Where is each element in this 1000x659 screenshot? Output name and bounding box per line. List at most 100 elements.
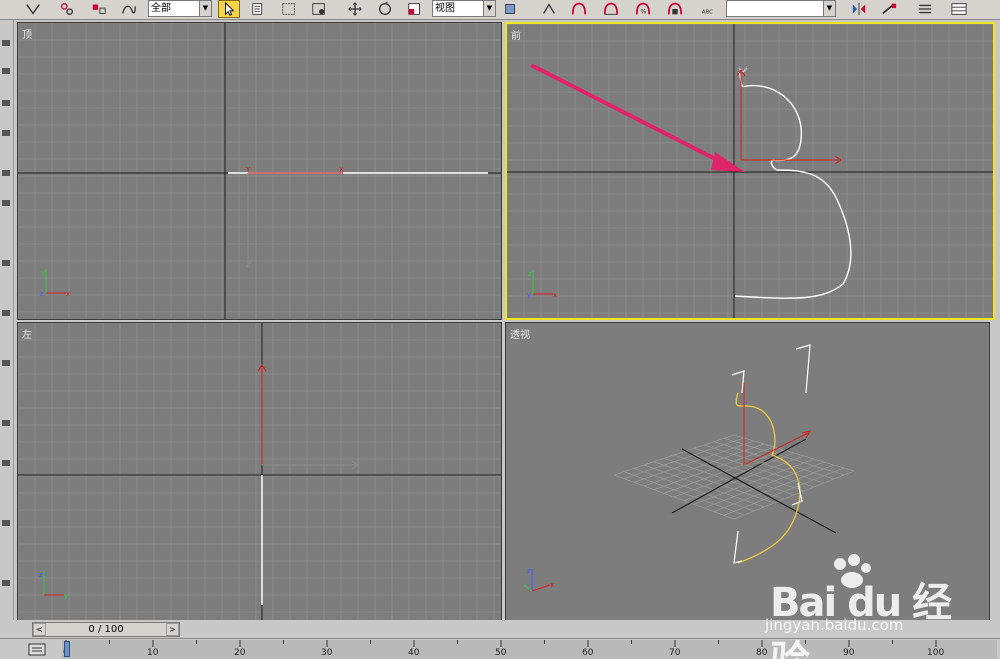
pivot-center-icon[interactable]: [500, 0, 522, 18]
rotate-icon[interactable]: [374, 0, 396, 18]
svg-text:z: z: [528, 270, 532, 278]
mirror-icon[interactable]: [848, 0, 870, 18]
unlink-icon[interactable]: [56, 0, 78, 18]
timeline-tick-label: 30: [321, 648, 333, 658]
strip-icon[interactable]: [2, 520, 10, 526]
svg-text:y: y: [64, 592, 68, 600]
viewport-top[interactable]: 顶 Y X Z y x z: [17, 22, 502, 320]
chevron-down-icon: ▼: [199, 1, 211, 16]
timeline-tick-label: 80: [756, 648, 768, 658]
viewport-top-canvas: Y X Z y x z: [18, 23, 501, 319]
main-toolbar: 全部 ▼ 视图 ▼ % ABC ▼: [0, 0, 1000, 20]
gizmo-z-label: Z: [246, 261, 251, 269]
chevron-down-icon: ▼: [823, 1, 835, 16]
axis-tripod: z y: [39, 571, 68, 600]
strip-icon[interactable]: [2, 40, 10, 46]
strip-icon[interactable]: [2, 200, 10, 206]
move-icon[interactable]: [344, 0, 366, 18]
rect-selection-icon[interactable]: [278, 0, 300, 18]
strip-icon[interactable]: [2, 580, 10, 586]
strip-icon[interactable]: [2, 130, 10, 136]
timeline-tick-label: 60: [582, 648, 594, 658]
watermark-brand: Bai du 经验: [770, 580, 952, 659]
viewport-left-canvas: z y: [18, 323, 501, 621]
strip-icon[interactable]: [2, 68, 10, 74]
angle-snap-icon[interactable]: [600, 0, 622, 18]
svg-text:ABC: ABC: [702, 9, 713, 15]
svg-text:y: y: [527, 291, 531, 299]
timeline-tick-label: 70: [669, 648, 681, 658]
grid: [507, 24, 993, 318]
strip-icon[interactable]: [2, 460, 10, 466]
strip-icon[interactable]: [2, 170, 10, 176]
timeline-tick-label: 50: [495, 648, 507, 658]
svg-text:%: %: [640, 8, 646, 15]
grid-line: [723, 438, 845, 476]
shape-edge[interactable]: [731, 370, 745, 394]
timeline-tick-label: 40: [408, 648, 420, 658]
axis-tripod: z x: [523, 567, 554, 592]
time-slider[interactable]: < 0 / 100 >: [32, 622, 180, 637]
selection-filter-dropdown[interactable]: 全部 ▼: [148, 0, 212, 17]
timeline-tick-label: 10: [147, 648, 159, 658]
svg-text:x: x: [553, 291, 557, 299]
gizmo-x-axis[interactable]: [743, 432, 809, 466]
key-filter-icon[interactable]: [28, 642, 46, 657]
svg-text:y: y: [41, 269, 45, 277]
svg-text:x: x: [66, 290, 70, 298]
gizmo-y-label: Y: [245, 166, 251, 174]
viewport-label[interactable]: 顶: [22, 26, 32, 41]
axis-tripod: y x z: [40, 269, 70, 298]
reference-coordinate-dropdown[interactable]: 视图 ▼: [432, 0, 496, 17]
curve-editor-icon[interactable]: [948, 0, 970, 18]
timeline-tick-label: 20: [234, 648, 246, 658]
link-icon[interactable]: [22, 0, 44, 18]
viewport-front-canvas: z x y: [507, 24, 993, 318]
grid-line: [733, 470, 855, 520]
select-object-button[interactable]: [218, 0, 240, 18]
viewport-label[interactable]: 左: [22, 326, 32, 341]
grid: [18, 23, 501, 319]
viewport-label[interactable]: 前: [511, 27, 521, 42]
percent-snap-icon[interactable]: %: [632, 0, 654, 18]
viewport-label[interactable]: 透视: [510, 326, 530, 341]
strip-icon[interactable]: [2, 360, 10, 366]
select-by-name-icon[interactable]: [248, 0, 270, 18]
svg-text:z: z: [527, 567, 531, 575]
bind-spacewarp-icon[interactable]: [88, 0, 110, 18]
shape-edge[interactable]: [733, 530, 743, 564]
red-arrow-annotation: [531, 64, 745, 172]
strip-icon[interactable]: [2, 260, 10, 266]
viewport-front[interactable]: 前 z x y: [505, 22, 995, 320]
layer-manager-icon[interactable]: [914, 0, 936, 18]
svg-text:z: z: [39, 571, 43, 579]
shape-edge[interactable]: [795, 344, 811, 394]
bind-icon[interactable]: [118, 0, 140, 18]
edit-named-selection-icon[interactable]: ABC: [698, 0, 720, 18]
svg-text:z: z: [40, 290, 44, 298]
gizmo-x-label: X: [339, 166, 344, 174]
strip-icon[interactable]: [2, 310, 10, 316]
left-tool-strip: [0, 20, 14, 620]
selection-filter-value: 全部: [151, 3, 171, 14]
current-frame-marker[interactable]: [64, 641, 70, 657]
frame-readout: 0 / 100: [88, 624, 124, 635]
spline-shape[interactable]: [734, 71, 852, 299]
scale-icon[interactable]: [404, 0, 426, 18]
strip-icon[interactable]: [2, 420, 10, 426]
axis-tripod: z x y: [527, 270, 557, 299]
align-icon[interactable]: [878, 0, 900, 18]
previous-frame-button[interactable]: <: [33, 623, 46, 636]
home-grid-axis: [681, 448, 837, 534]
reference-coordinate-value: 视图: [435, 3, 455, 14]
strip-icon[interactable]: [2, 100, 10, 106]
spinner-snap-icon[interactable]: [664, 0, 686, 18]
snap-toggle-icon[interactable]: [568, 0, 590, 18]
viewport-left[interactable]: 左 z y: [17, 322, 502, 622]
window-crossing-icon[interactable]: [308, 0, 330, 18]
select-manipulate-icon[interactable]: [538, 0, 560, 18]
next-frame-button[interactable]: >: [166, 623, 179, 636]
named-selection-dropdown[interactable]: ▼: [726, 0, 836, 17]
selected-spline[interactable]: [735, 392, 801, 564]
3dsmax-workspace: 全部 ▼ 视图 ▼ % ABC ▼ 顶 Y X Z y x z 前 z x y …: [0, 0, 1000, 659]
